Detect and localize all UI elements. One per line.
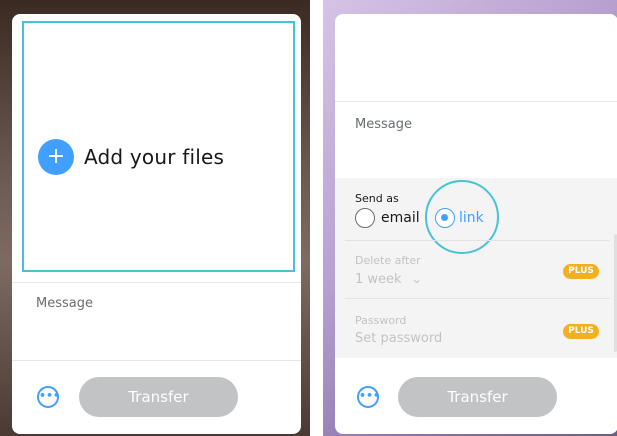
upload-panel-left: + Add your files Message ••• Transfer xyxy=(12,14,301,434)
delete-after-label: Delete after xyxy=(355,254,421,267)
more-options-icon[interactable]: ••• xyxy=(357,386,380,408)
send-as-section: Send as email link Delete after 1 week ⌄… xyxy=(335,178,617,358)
send-as-label: Send as xyxy=(355,192,399,205)
delete-after-select[interactable]: 1 week ⌄ xyxy=(355,272,422,287)
transfer-button[interactable]: Transfer xyxy=(79,377,238,417)
highlight-ring xyxy=(425,180,499,254)
divider xyxy=(335,101,617,102)
add-files-icon[interactable]: + xyxy=(38,139,74,175)
password-label: Password xyxy=(355,314,407,327)
radio-email[interactable] xyxy=(355,208,375,228)
more-options-icon[interactable]: ••• xyxy=(37,386,60,408)
plus-badge[interactable]: PLUS xyxy=(563,324,599,339)
divider xyxy=(12,282,301,283)
plus-badge[interactable]: PLUS xyxy=(563,264,599,279)
file-dropzone[interactable]: + Add your files xyxy=(22,21,295,272)
divider xyxy=(12,360,301,361)
transfer-button[interactable]: Transfer xyxy=(398,377,557,417)
chevron-down-icon: ⌄ xyxy=(411,272,422,286)
password-input[interactable]: Set password xyxy=(355,331,442,346)
upload-panel-right: Message Send as email link Delete after … xyxy=(335,14,617,434)
radio-email-label[interactable]: email xyxy=(381,210,420,226)
add-files-label[interactable]: Add your files xyxy=(84,145,224,169)
message-field[interactable]: Message xyxy=(36,296,93,311)
divider xyxy=(345,298,610,299)
message-field[interactable]: Message xyxy=(355,117,412,132)
divider xyxy=(345,240,610,241)
delete-after-value: 1 week xyxy=(355,272,402,287)
